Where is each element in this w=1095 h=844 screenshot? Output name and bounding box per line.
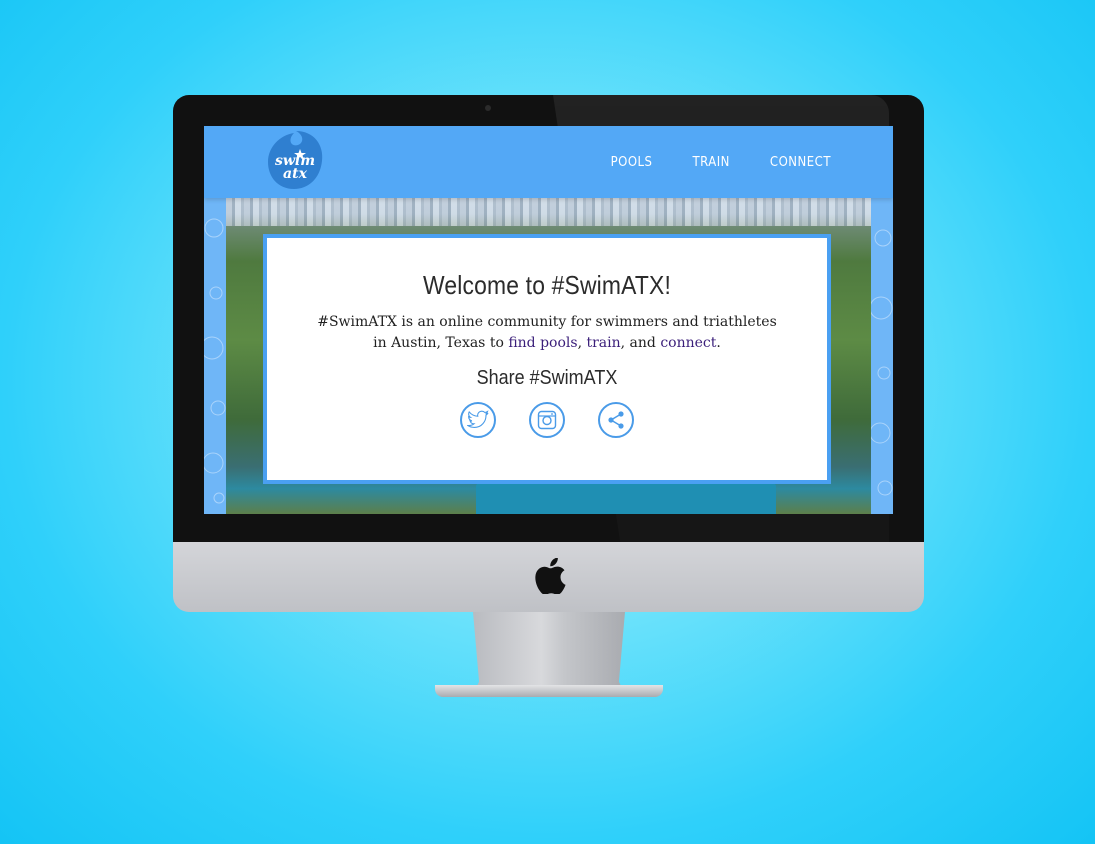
bubble-border-right — [869, 198, 893, 514]
find-pools-link[interactable]: find pools — [508, 335, 577, 351]
website-screen: swim atx POOLS TRAIN CONNECT Welcome to … — [204, 126, 893, 514]
main-nav: POOLS TRAIN CONNECT — [611, 126, 831, 198]
instagram-icon — [537, 410, 557, 430]
top-navbar: swim atx POOLS TRAIN CONNECT — [204, 126, 893, 198]
nav-train[interactable]: TRAIN — [692, 155, 729, 170]
monitor-chin — [173, 542, 924, 612]
imac-monitor: swim atx POOLS TRAIN CONNECT Welcome to … — [173, 95, 924, 697]
camera-icon — [485, 105, 491, 111]
city-skyline — [226, 198, 871, 226]
apple-logo-icon — [535, 558, 566, 594]
intro-text: #SwimATX is an online community for swim… — [312, 312, 782, 354]
swimatx-logo[interactable]: swim atx — [266, 129, 324, 191]
monitor-neck — [473, 612, 625, 694]
nav-connect[interactable]: CONNECT — [770, 155, 831, 170]
instagram-share-button[interactable] — [529, 402, 565, 438]
bubbles-right-decoration — [869, 229, 893, 496]
twitter-share-button[interactable] — [460, 402, 496, 438]
share-buttons — [267, 402, 827, 438]
connect-link[interactable]: connect — [660, 335, 716, 351]
logo-word-atx: atx — [283, 166, 307, 182]
monitor-bezel: swim atx POOLS TRAIN CONNECT Welcome to … — [173, 95, 924, 542]
share-icon — [608, 411, 624, 429]
train-link[interactable]: train — [586, 335, 620, 351]
bubble-border-left — [204, 198, 226, 514]
intro-suffix: . — [716, 335, 721, 351]
share-heading: Share #SwimATX — [476, 367, 618, 389]
intro-sep-2: , and — [620, 335, 661, 351]
monitor-stand-base — [435, 685, 663, 697]
nav-pools[interactable]: POOLS — [611, 155, 653, 170]
twitter-icon — [467, 410, 489, 428]
welcome-title: Welcome to #SwimATX! — [422, 270, 672, 300]
welcome-card: Welcome to #SwimATX! #SwimATX is an onli… — [263, 234, 831, 484]
share-button[interactable] — [598, 402, 634, 438]
bubbles-left-decoration — [204, 218, 226, 504]
